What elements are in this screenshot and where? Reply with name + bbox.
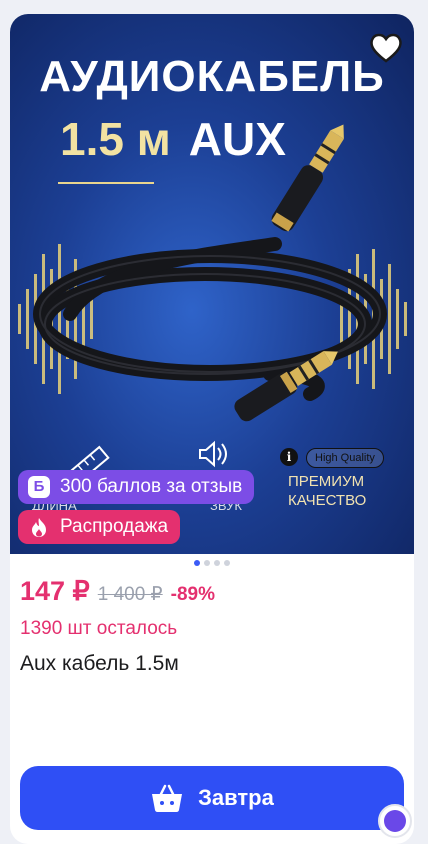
carousel-indicator[interactable]: [10, 560, 414, 566]
image-headline: АУДИОКАБЕЛЬ: [39, 52, 385, 101]
points-badge-label: 300 баллов за отзыв: [60, 476, 243, 497]
points-icon: Б: [28, 476, 50, 498]
premium-line-2: КАЧЕСТВО: [288, 492, 367, 509]
image-underline: [58, 182, 154, 184]
crown-icon: [384, 810, 406, 832]
favorite-button[interactable]: [368, 30, 404, 66]
points-badge: Б 300 баллов за отзыв: [18, 470, 255, 504]
price-row: 147 ₽ 1 400 ₽ -89%: [20, 576, 215, 607]
info-icon: i: [280, 448, 298, 466]
carousel-dot[interactable]: [224, 560, 230, 566]
image-length: 1.5 м: [60, 113, 171, 165]
premium-line-1: ПРЕМИУМ: [288, 473, 365, 490]
discount-percent: -89%: [170, 584, 216, 605]
stock-remaining: 1390 шт осталось: [20, 618, 178, 639]
premium-label: ПРЕМИУМ КАЧЕСТВО: [288, 472, 366, 510]
heart-icon: [370, 33, 402, 63]
product-card[interactable]: АУДИОКАБЕЛЬ 1.5 м AUX i High Quality ПРЕМ…: [10, 14, 414, 844]
product-image[interactable]: АУДИОКАБЕЛЬ 1.5 м AUX i High Quality ПРЕМ…: [10, 14, 414, 554]
product-title[interactable]: Aux кабель 1.5м: [20, 652, 179, 676]
image-subtitle: 1.5 м AUX: [60, 112, 286, 166]
flame-icon: [32, 518, 46, 537]
carousel-dot[interactable]: [204, 560, 210, 566]
image-type: AUX: [188, 113, 286, 165]
floating-action-icon[interactable]: [378, 804, 412, 838]
carousel-dot[interactable]: [194, 560, 200, 566]
add-to-cart-button[interactable]: Завтра: [20, 766, 404, 830]
quality-label: High Quality: [306, 448, 384, 468]
carousel-dot[interactable]: [214, 560, 220, 566]
sale-badge: Распродажа: [18, 510, 181, 544]
add-to-cart-label: Завтра: [198, 785, 274, 810]
current-price: 147 ₽: [20, 576, 90, 606]
sale-badge-label: Распродажа: [60, 516, 169, 537]
old-price: 1 400 ₽: [97, 584, 163, 605]
speaker-icon: [199, 440, 227, 468]
basket-icon: [152, 784, 183, 812]
